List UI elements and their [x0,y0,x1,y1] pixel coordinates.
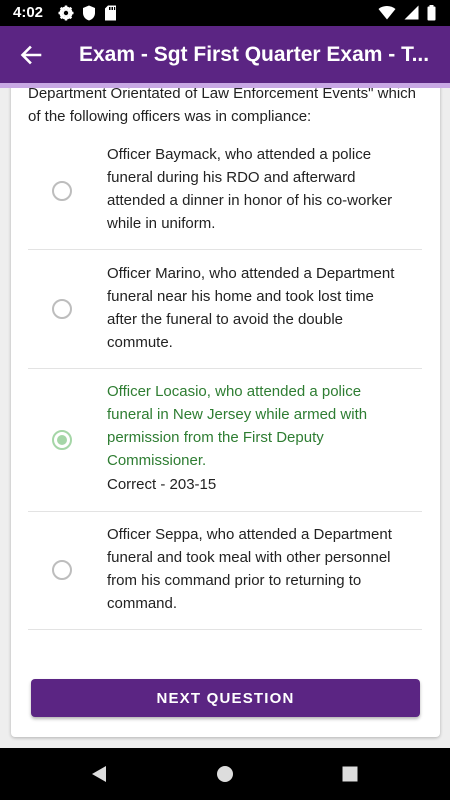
status-time: 4:02 [13,4,44,21]
gear-icon [58,5,74,21]
page-title: Exam - Sgt First Quarter Exam - T... [79,43,430,66]
answer-feedback: Correct - 203-15 [107,476,217,493]
answer-option-selected[interactable]: Officer Locasio, who attended a police f… [28,369,422,512]
answer-option[interactable]: Officer Marino, who attended a Departmen… [28,250,422,369]
back-triangle-icon[interactable] [89,764,109,784]
battery-icon [427,5,436,21]
radio-button[interactable] [52,560,72,580]
radio-button[interactable] [52,181,72,201]
answer-option-text: Officer Locasio, who attended a police f… [107,383,368,469]
app-bar: Exam - Sgt First Quarter Exam - T... [0,26,450,88]
sd-card-icon [104,5,117,21]
status-bar: 4:02 [0,0,450,26]
answer-option-text: Officer Baymack, who attended a police f… [107,146,393,232]
home-circle-icon[interactable] [215,764,235,784]
answer-option-text: Officer Marino, who attended a Departmen… [107,265,395,351]
system-nav-bar [0,748,450,800]
answer-options: Officer Baymack, who attended a police f… [28,132,422,630]
cellular-icon [404,5,419,21]
answer-option[interactable]: Officer Baymack, who attended a police f… [28,132,422,250]
shield-icon [82,5,96,21]
radio-button[interactable] [52,299,72,319]
back-button[interactable] [17,43,45,71]
arrow-back-icon [20,44,42,71]
question-card: Department Orientated of Law Enforcement… [11,88,440,737]
recents-square-icon[interactable] [340,764,360,784]
question-text: Department Orientated of Law Enforcement… [28,88,417,125]
next-question-button[interactable]: NEXT QUESTION [31,679,420,717]
answer-option[interactable]: Officer Seppa, who attended a Department… [28,512,422,630]
radio-button-selected[interactable] [52,430,72,450]
answer-option-text: Officer Seppa, who attended a Department… [107,526,392,612]
content-area: Department Orientated of Law Enforcement… [0,88,450,748]
wifi-icon [378,5,396,21]
